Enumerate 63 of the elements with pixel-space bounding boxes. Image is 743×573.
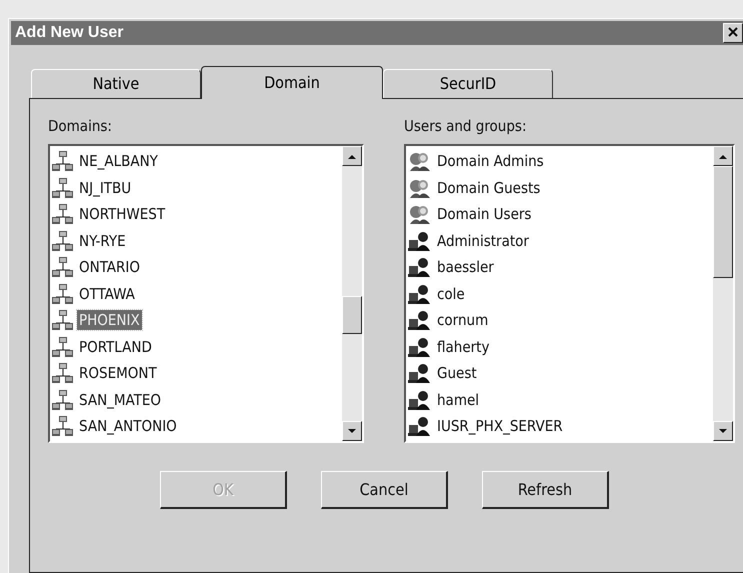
network-icon: [52, 309, 74, 332]
user-item[interactable]: IUSR_PHX_SERVER: [435, 416, 565, 436]
close-icon: [728, 27, 738, 37]
dialog-button[interactable]: Cancel: [321, 471, 448, 509]
user-group-icon: [408, 203, 432, 226]
user-item[interactable]: Domain Guests: [435, 178, 542, 198]
domain-item[interactable]: NJ_ITBU: [77, 178, 134, 198]
user-icon: [408, 256, 432, 278]
user-icon: [408, 415, 432, 438]
network-icon: [52, 362, 74, 384]
up-arrow-icon: [719, 154, 727, 158]
tab[interactable]: Native: [31, 69, 201, 98]
close-button[interactable]: [723, 23, 743, 43]
down-arrow-icon: [719, 428, 727, 434]
domains-label: Domains:: [48, 117, 113, 135]
user-item[interactable]: Guest: [435, 363, 479, 384]
user-icon: [408, 362, 432, 384]
scrollbar-thumb[interactable]: [713, 166, 733, 278]
domain-item[interactable]: SAN_ANTONIO: [77, 416, 179, 436]
scroll-down-button[interactable]: [713, 421, 733, 441]
user-item[interactable]: Administrator: [435, 230, 531, 251]
domain-item[interactable]: PORTLAND: [77, 336, 154, 357]
domain-item[interactable]: NY-RYE: [77, 230, 128, 251]
window-title: Add New User: [14, 24, 124, 42]
tab[interactable]: Domain: [201, 66, 383, 99]
user-group-icon: [408, 150, 432, 172]
user-item[interactable]: cole: [435, 284, 467, 304]
network-icon: [52, 282, 74, 305]
tab[interactable]: SecurID: [383, 69, 553, 98]
user-item[interactable]: Domain Admins: [435, 151, 546, 172]
up-arrow-icon: [348, 154, 356, 158]
users-groups-label: Users and groups:: [404, 117, 528, 135]
domain-item[interactable]: NE_ALBANY: [77, 151, 160, 172]
scrollbar-thumb[interactable]: [342, 296, 362, 334]
domain-item[interactable]: PHOENIX: [77, 310, 142, 330]
domain-item[interactable]: SAN_MATEO: [77, 390, 164, 410]
user-item[interactable]: Domain Users: [435, 204, 534, 224]
domain-item[interactable]: OTTAWA: [77, 284, 137, 304]
user-item[interactable]: baessler: [435, 257, 496, 278]
scroll-down-button[interactable]: [342, 421, 362, 441]
user-item[interactable]: hamel: [435, 390, 482, 410]
network-icon: [52, 230, 74, 252]
domain-item[interactable]: NORTHWEST: [77, 204, 168, 224]
user-icon: [408, 309, 432, 332]
network-icon: [52, 388, 74, 411]
network-icon: [52, 150, 74, 172]
user-icon: [408, 336, 432, 358]
network-icon: [52, 415, 74, 438]
domain-item[interactable]: ONTARIO: [77, 257, 142, 278]
domain-item[interactable]: ROSEMONT: [77, 363, 159, 384]
user-icon: [408, 388, 432, 411]
user-item[interactable]: flaherty: [435, 336, 492, 357]
network-icon: [52, 256, 74, 278]
user-item[interactable]: cornum: [435, 310, 490, 330]
down-arrow-icon: [348, 428, 356, 434]
dialog-button[interactable]: Refresh: [482, 471, 609, 509]
user-icon: [408, 230, 432, 252]
scroll-up-button[interactable]: [342, 146, 362, 166]
network-icon: [52, 176, 74, 199]
network-icon: [52, 336, 74, 358]
scroll-up-button[interactable]: [713, 146, 733, 166]
network-icon: [52, 203, 74, 226]
user-icon: [408, 282, 432, 305]
